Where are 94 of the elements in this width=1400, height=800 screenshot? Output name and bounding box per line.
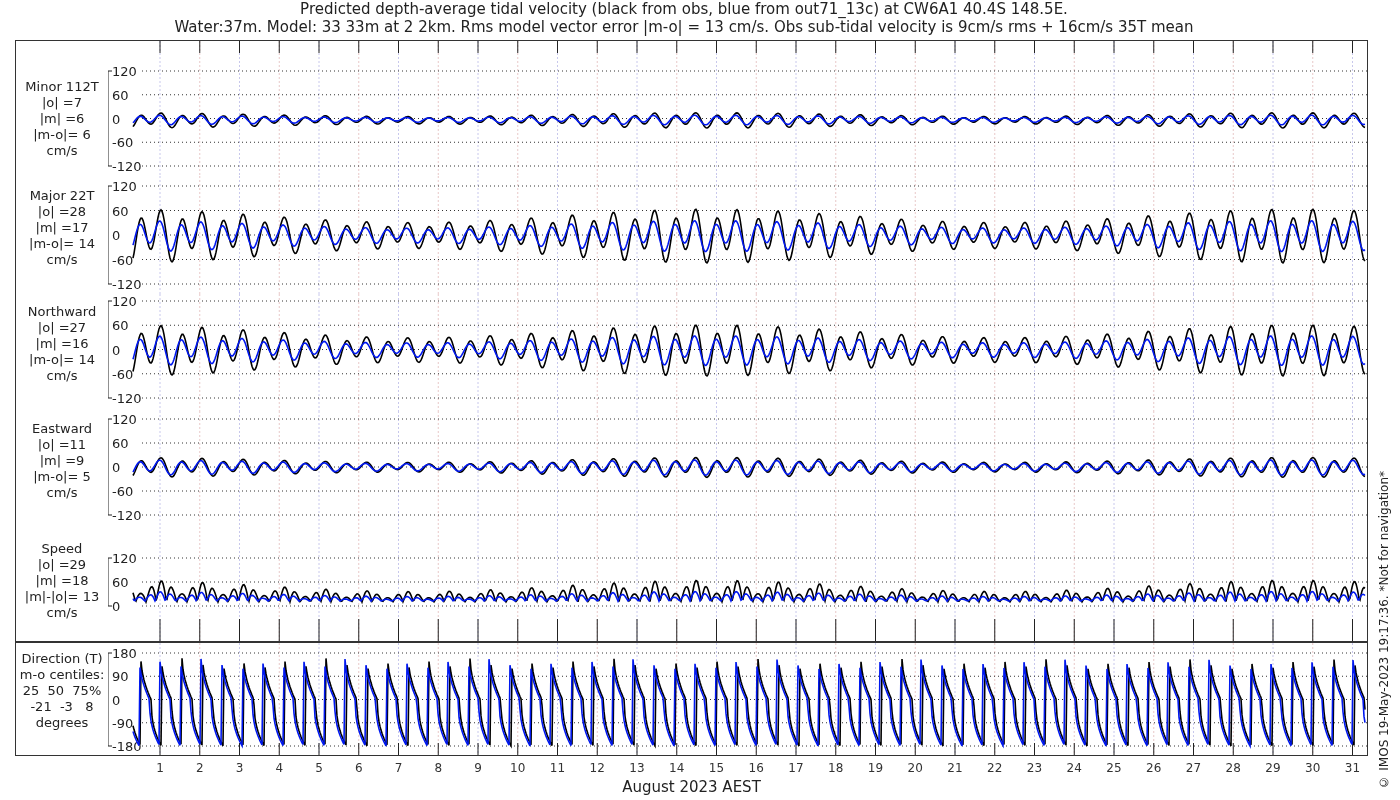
stat-label: Major 22T bbox=[29, 188, 95, 204]
stat-label: |o| =7 bbox=[42, 95, 82, 111]
stat-label: |m-o|= 5 bbox=[33, 469, 91, 485]
copyright-notice: © IMOS 19-May-2023 19:17:36. *Not for navigation* bbox=[1376, 470, 1392, 788]
stat-label: 25 50 75% bbox=[22, 683, 102, 699]
axis-tick-label: -60 bbox=[112, 135, 134, 151]
day-label: 5 bbox=[315, 761, 323, 775]
stat-label: |m-o|= 14 bbox=[29, 352, 95, 368]
day-label: 11 bbox=[549, 761, 566, 775]
axis-tick-label: 120 bbox=[112, 294, 137, 309]
day-label: 21 bbox=[947, 761, 963, 775]
day-label: 23 bbox=[1026, 761, 1043, 775]
axis-tick-label: 0 bbox=[112, 342, 121, 358]
day-label: 9 bbox=[474, 761, 482, 775]
stat-label: Minor 112T bbox=[25, 79, 99, 95]
day-label: 29 bbox=[1265, 761, 1281, 775]
day-label: 14 bbox=[669, 761, 685, 775]
stat-label: Speed bbox=[41, 541, 83, 557]
day-label: 28 bbox=[1225, 761, 1241, 775]
day-label: 8 bbox=[434, 761, 443, 775]
stat-label: Eastward bbox=[32, 421, 92, 437]
chart-title: Water:37m. Model: 33 33m at 2 2km. Rms model vector error |m-o| = 13 cm/s. Obs sub-tidal velocity is 9cm/s rms + 16cm/s 35T mean bbox=[174, 18, 1194, 36]
stat-label: |o| =28 bbox=[37, 204, 87, 220]
chart-title: Predicted depth-average tidal velocity (black from obs, blue from out71_13c) at CW6A1 40.4S 148.5E. bbox=[300, 0, 1068, 18]
stat-label: |o| =27 bbox=[37, 320, 87, 336]
stat-label: Northward bbox=[27, 304, 97, 320]
axis-tick-label: -120 bbox=[112, 277, 142, 292]
day-label: 4 bbox=[275, 761, 284, 775]
axis-tick-label: 0 bbox=[112, 460, 121, 475]
stat-label: cm/s bbox=[46, 252, 78, 268]
axis-tick-label: -60 bbox=[112, 484, 134, 499]
stat-label: degrees bbox=[35, 715, 89, 731]
stat-label: cm/s bbox=[46, 485, 78, 501]
axis-tick-label: 120 bbox=[112, 64, 137, 79]
day-label: 24 bbox=[1066, 761, 1082, 775]
day-label: 26 bbox=[1146, 761, 1162, 775]
day-label: 19 bbox=[867, 761, 884, 775]
stat-label: Direction (T) bbox=[21, 651, 103, 667]
axis-tick-label: -180 bbox=[112, 739, 142, 754]
day-label: 17 bbox=[788, 761, 804, 775]
axis-tick-label: -60 bbox=[112, 366, 134, 382]
day-label: 2 bbox=[195, 761, 204, 775]
stat-label: -21 -3 8 bbox=[30, 699, 94, 715]
axis-tick-label: 0 bbox=[112, 599, 121, 614]
day-label: 6 bbox=[354, 761, 363, 775]
day-label: 10 bbox=[510, 761, 526, 775]
axis-tick-label: 60 bbox=[112, 575, 129, 590]
axis-tick-label: 120 bbox=[112, 412, 137, 427]
day-label: 1 bbox=[156, 761, 164, 775]
axis-tick-label: -120 bbox=[112, 508, 142, 523]
axis-tick-label: 0 bbox=[112, 111, 121, 127]
day-label: 13 bbox=[629, 761, 645, 775]
day-label: 31 bbox=[1344, 761, 1361, 775]
y-axis-line bbox=[108, 557, 113, 607]
stat-label: |m| =18 bbox=[35, 573, 89, 589]
axis-tick-label: -90 bbox=[112, 715, 134, 731]
axis-tick-label: 60 bbox=[112, 318, 129, 334]
axis-tick-label: 180 bbox=[112, 646, 137, 661]
axis-tick-label: 60 bbox=[112, 87, 129, 103]
axis-tick-label: 120 bbox=[112, 551, 137, 566]
stat-label: |m-o|= 14 bbox=[29, 236, 95, 252]
stat-label: |m| =16 bbox=[35, 336, 89, 352]
day-label: 27 bbox=[1185, 761, 1202, 775]
axis-tick-label: 120 bbox=[112, 179, 137, 194]
day-label: 25 bbox=[1106, 761, 1122, 775]
day-label: 30 bbox=[1305, 761, 1321, 775]
stat-label: m-o centiles: bbox=[19, 667, 105, 683]
stat-label: cm/s bbox=[46, 368, 78, 384]
axis-tick-label: 90 bbox=[112, 669, 129, 685]
stat-label: |o| =29 bbox=[37, 557, 87, 573]
axis-tick-label: 60 bbox=[112, 203, 129, 219]
stat-label: |m| =9 bbox=[39, 453, 85, 469]
day-label: 22 bbox=[987, 761, 1003, 775]
stat-label: |m| =17 bbox=[35, 220, 89, 236]
day-label: 20 bbox=[907, 761, 923, 775]
day-label: 15 bbox=[708, 761, 725, 775]
axis-tick-label: -60 bbox=[112, 252, 134, 268]
day-label: 3 bbox=[235, 761, 244, 775]
axis-tick-label: 0 bbox=[112, 228, 121, 243]
stat-label: |m| =6 bbox=[39, 111, 85, 127]
stat-label: |m-o|= 6 bbox=[33, 127, 91, 143]
day-label: 18 bbox=[828, 761, 844, 775]
axis-tick-label: 0 bbox=[112, 692, 121, 708]
day-label: 7 bbox=[394, 761, 403, 775]
axis-tick-label: -120 bbox=[112, 159, 142, 174]
day-label: 16 bbox=[748, 761, 764, 775]
stat-label: cm/s bbox=[46, 143, 78, 159]
stat-label: cm/s bbox=[46, 605, 78, 621]
day-label: 12 bbox=[589, 761, 605, 775]
axis-tick-label: 60 bbox=[112, 436, 129, 451]
stat-label: |o| =11 bbox=[37, 437, 87, 453]
stat-label: |m|-|o|= 13 bbox=[24, 589, 100, 605]
axis-title: August 2023 AEST bbox=[622, 778, 761, 796]
axis-tick-label: -120 bbox=[112, 391, 142, 406]
